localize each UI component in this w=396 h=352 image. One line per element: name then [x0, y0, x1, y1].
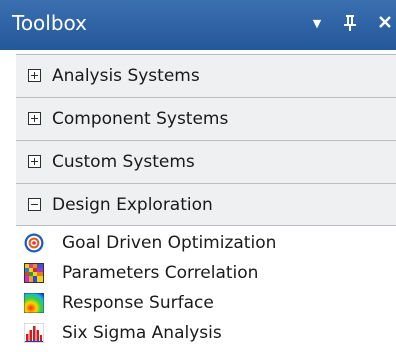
category-label: Design Exploration: [52, 195, 213, 215]
collapse-icon[interactable]: [28, 198, 41, 211]
item-label: Response Surface: [62, 293, 214, 313]
category-label: Analysis Systems: [52, 66, 200, 86]
item-label: Six Sigma Analysis: [62, 323, 222, 343]
category-custom-systems[interactable]: Custom Systems: [16, 140, 396, 183]
category-label: Custom Systems: [52, 152, 195, 172]
toolbox-item-goal-driven-optimization[interactable]: Goal Driven Optimization: [16, 228, 396, 258]
expand-icon[interactable]: [28, 69, 41, 82]
toolbox-panel: Toolbox ▼ Analysis Systems Component Sys…: [0, 0, 396, 352]
close-icon[interactable]: [374, 14, 396, 34]
toolbox-item-six-sigma-analysis[interactable]: Six Sigma Analysis: [16, 318, 396, 348]
item-label: Parameters Correlation: [62, 263, 259, 283]
item-label: Goal Driven Optimization: [62, 233, 277, 253]
toolbox-item-response-surface[interactable]: Response Surface: [16, 288, 396, 318]
parameters-correlation-icon: [24, 263, 44, 283]
category-component-systems[interactable]: Component Systems: [16, 97, 396, 140]
category-label: Component Systems: [52, 109, 229, 129]
pin-icon[interactable]: [340, 14, 360, 34]
response-surface-icon: [23, 292, 45, 314]
goal-driven-optimization-icon: [24, 233, 44, 253]
toolbox-title: Toolbox: [12, 11, 87, 35]
category-design-exploration[interactable]: Design Exploration: [16, 183, 396, 226]
expand-icon[interactable]: [28, 112, 41, 125]
category-analysis-systems[interactable]: Analysis Systems: [16, 54, 396, 97]
toolbox-titlebar: Toolbox ▼: [0, 0, 396, 50]
six-sigma-analysis-icon: [23, 322, 45, 344]
dropdown-arrow-icon[interactable]: ▼: [308, 14, 326, 34]
toolbox-item-parameters-correlation[interactable]: Parameters Correlation: [16, 258, 396, 288]
expand-icon[interactable]: [28, 155, 41, 168]
